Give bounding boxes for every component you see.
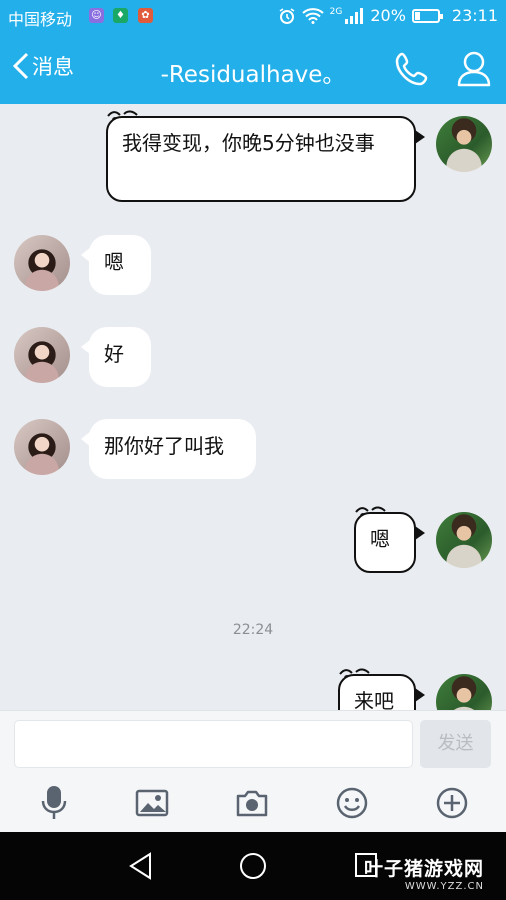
my-avatar[interactable] <box>436 116 492 172</box>
nav-home-icon[interactable] <box>239 852 267 880</box>
carrier-name: 中国移动 <box>8 10 73 29</box>
message-bubble-outgoing[interactable]: 我得变现，你晚5分钟也没事 <box>106 116 425 202</box>
message-text: 好 <box>104 342 124 366</box>
alarm-icon <box>279 7 295 24</box>
watermark-brand: 叶子猪游戏网 <box>363 858 484 880</box>
message-bubble-incoming[interactable]: 好 <box>81 327 151 387</box>
message-text: 那你好了叫我 <box>104 434 224 458</box>
more-button[interactable] <box>434 785 470 821</box>
contact-avatar[interactable] <box>14 235 70 291</box>
message-bubble-outgoing[interactable]: 来吧 <box>338 674 425 710</box>
message-text: 嗯 <box>370 527 390 551</box>
message-bubble-incoming[interactable]: 嗯 <box>81 235 151 295</box>
battery-icon <box>411 8 443 23</box>
contact-profile-icon[interactable] <box>456 50 492 88</box>
chat-messages[interactable]: 我得变现，你晚5分钟也没事 嗯 好 那你好了叫我 嗯 22:24 来吧 <box>0 104 506 710</box>
contact-avatar[interactable] <box>14 327 70 383</box>
message-bubble-outgoing[interactable]: 嗯 <box>354 512 425 573</box>
wifi-icon <box>301 7 324 24</box>
watermark: 叶子猪游戏网 WWW.YZZ.CN <box>364 854 484 892</box>
clock: 23:11 <box>451 6 498 25</box>
chat-header: 消息 -Residualhave。 <box>0 33 506 104</box>
app-notification-icon: ♦ <box>113 8 128 23</box>
camera-icon <box>236 790 268 817</box>
image-button[interactable] <box>134 785 170 821</box>
emoji-button[interactable] <box>334 785 370 821</box>
system-nav-bar: 叶子猪游戏网 WWW.YZZ.CN <box>0 832 506 900</box>
message-text: 我得变现，你晚5分钟也没事 <box>122 131 375 155</box>
app-notification-icon: ✿ <box>138 8 153 23</box>
send-button[interactable]: 发送 <box>420 720 491 768</box>
message-text: 嗯 <box>104 250 124 274</box>
battery-percent: 20% <box>370 6 406 25</box>
camera-button[interactable] <box>234 785 270 821</box>
watermark-url: WWW.YZZ.CN <box>404 881 484 892</box>
app-notification-icon: ☺ <box>89 8 104 23</box>
message-text: 来吧 <box>354 689 394 710</box>
message-bubble-incoming[interactable]: 那你好了叫我 <box>81 419 256 479</box>
my-avatar[interactable] <box>436 674 492 710</box>
message-input[interactable] <box>14 720 413 768</box>
network-type: 2G <box>329 6 343 17</box>
emoji-icon <box>336 787 368 819</box>
phone-icon[interactable] <box>393 50 431 88</box>
plus-icon <box>436 787 468 819</box>
voice-button[interactable] <box>36 785 72 821</box>
my-avatar[interactable] <box>436 512 492 568</box>
input-bar: 发送 <box>0 710 506 832</box>
signal-icon <box>345 7 364 24</box>
message-timestamp: 22:24 <box>232 622 274 638</box>
contact-avatar[interactable] <box>14 419 70 475</box>
battery-fill <box>414 11 420 20</box>
nav-back-icon[interactable] <box>128 852 154 880</box>
status-bar: 中国移动 ☺ ♦ ✿ 2G 20% 23:11 <box>0 0 506 33</box>
image-icon <box>135 789 169 817</box>
microphone-icon <box>41 786 67 819</box>
